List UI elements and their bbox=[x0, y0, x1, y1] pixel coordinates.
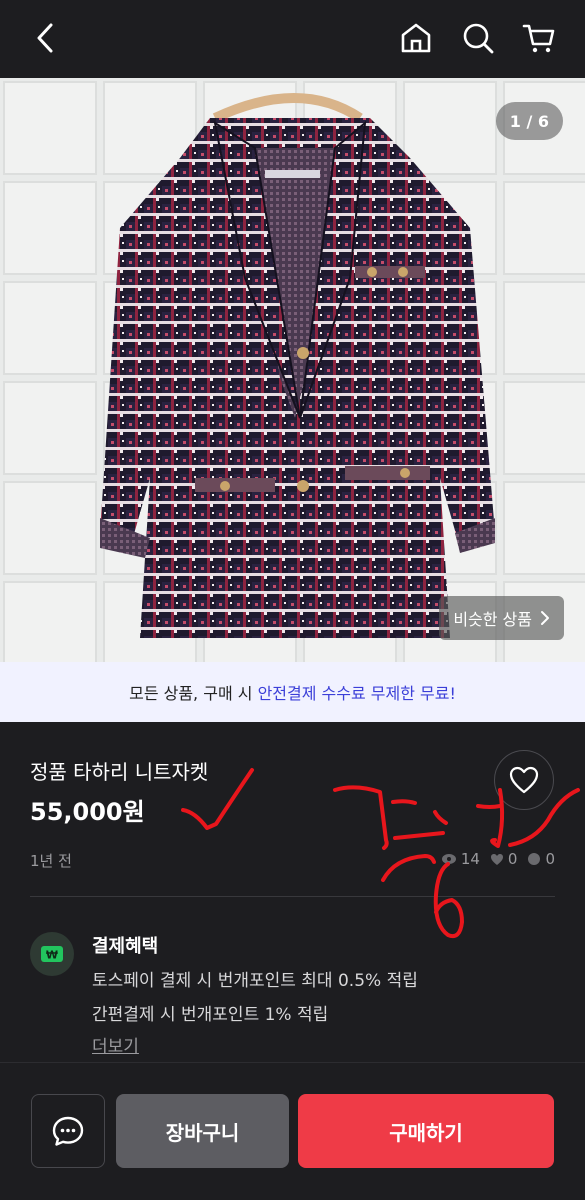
page-indicator: 1 / 6 bbox=[495, 102, 563, 140]
bottom-action-bar: 장바구니 구매하기 bbox=[0, 1062, 585, 1200]
benefit-line-toss: 토스페이 결제 시 번개포인트 최대 0.5% 적립 bbox=[92, 971, 418, 991]
buy-button[interactable]: 구매하기 bbox=[298, 1094, 554, 1168]
product-stats: 14 0 0 bbox=[441, 850, 555, 868]
promo-highlight: 안전결제 수수료 무제한 무료! bbox=[257, 684, 456, 703]
search-button[interactable] bbox=[456, 16, 500, 60]
search-icon bbox=[463, 23, 494, 54]
back-button[interactable] bbox=[24, 16, 68, 60]
chat-icon bbox=[52, 1116, 84, 1146]
won-sign: ₩ bbox=[46, 949, 58, 962]
benefit-title: 결제혜택 bbox=[92, 936, 159, 957]
cart-icon bbox=[522, 24, 555, 53]
posted-time: 1년 전 bbox=[30, 852, 72, 870]
eye-icon bbox=[441, 854, 456, 864]
promo-text: 모든 상품, 구매 시 bbox=[129, 684, 258, 703]
product-title: 정품 타하리 니트자켓 bbox=[30, 760, 209, 784]
top-bar bbox=[0, 0, 585, 78]
likes-stat: 0 bbox=[490, 850, 518, 868]
add-to-cart-button[interactable]: 장바구니 bbox=[116, 1094, 289, 1168]
safe-payment-banner[interactable]: 모든 상품, 구매 시 안전결제 수수료 무제한 무료! bbox=[0, 662, 585, 722]
benefit-line-easypay: 간편결제 시 번개포인트 1% 적립 bbox=[92, 1005, 329, 1025]
heart-small-icon bbox=[490, 853, 503, 865]
home-button[interactable] bbox=[394, 16, 438, 60]
chat-button[interactable] bbox=[31, 1094, 105, 1168]
similar-products-button[interactable]: 비슷한 상품 bbox=[439, 596, 564, 640]
home-icon bbox=[401, 23, 431, 53]
chat-small-icon bbox=[528, 853, 541, 865]
heart-icon bbox=[509, 766, 539, 794]
chevron-left-icon bbox=[37, 23, 53, 53]
divider bbox=[30, 896, 555, 897]
payment-benefit-icon: ₩ bbox=[30, 932, 74, 976]
product-price: 55,000원 bbox=[30, 798, 145, 826]
cart-button[interactable] bbox=[517, 16, 561, 60]
chats-stat: 0 bbox=[527, 850, 555, 868]
more-link[interactable]: 더보기 bbox=[92, 1032, 139, 1057]
views-count: 14 bbox=[460, 850, 480, 868]
knit-jacket-image bbox=[0, 78, 585, 662]
chevron-right-icon bbox=[541, 611, 549, 625]
likes-count: 0 bbox=[507, 850, 518, 868]
similar-products-label: 비슷한 상품 bbox=[453, 610, 532, 629]
views-stat: 14 bbox=[441, 850, 480, 868]
like-button[interactable] bbox=[494, 750, 554, 810]
chats-count: 0 bbox=[545, 850, 555, 868]
product-photo[interactable]: 1 / 6 비슷한 상품 bbox=[0, 78, 585, 662]
